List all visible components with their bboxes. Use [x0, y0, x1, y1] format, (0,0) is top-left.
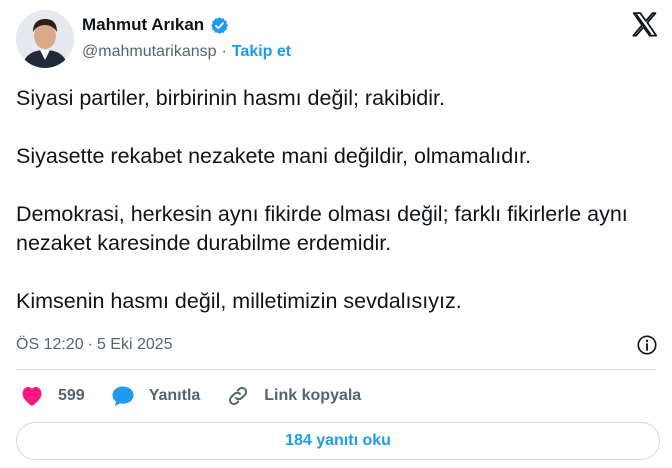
follow-button[interactable]: Takip et	[232, 43, 291, 61]
tweet-paragraph: Demokrasi, herkesin aynı fikirde olması …	[16, 202, 628, 255]
tweet-paragraph: Siyasi partiler, birbirinin hasmı değil;…	[16, 86, 445, 110]
reply-label: Yanıtla	[148, 387, 201, 404]
tweet-text: Siyasi partiler, birbirinin hasmı değil;…	[16, 84, 646, 345]
reply-bubble-icon	[112, 386, 134, 406]
info-icon[interactable]	[636, 334, 658, 356]
reply-button[interactable]: Yanıtla	[111, 385, 201, 407]
avatar[interactable]	[16, 10, 74, 68]
tweet-timestamp[interactable]: ÖS 12:20 · 5 Eki 2025	[16, 336, 173, 354]
like-count: 599	[58, 387, 85, 404]
handle-separator: ·	[221, 43, 227, 60]
verified-badge-icon	[210, 16, 229, 35]
link-icon	[229, 386, 248, 406]
x-logo-icon[interactable]	[630, 10, 660, 40]
tweet-time: ÖS 12:20	[16, 336, 84, 353]
action-bar: 599 Yanıtla Link kopyala	[20, 384, 387, 408]
tweet-header: Mahmut Arıkan @mahmutarikansp · Takip et	[16, 10, 660, 68]
tweet-paragraph: Kimsenin hasmı değil, milletimizin sevda…	[16, 289, 462, 313]
heart-icon	[22, 387, 42, 406]
like-button[interactable]: 599	[20, 385, 85, 407]
copy-link-label: Link kopyala	[264, 387, 362, 404]
divider	[16, 369, 656, 370]
tweet-paragraph: Siyasette rekabet nezakete mani değildir…	[16, 144, 532, 168]
author-name[interactable]: Mahmut Arıkan	[82, 15, 204, 35]
copy-link-button[interactable]: Link kopyala	[226, 384, 361, 408]
tweet-date: 5 Eki 2025	[96, 336, 173, 353]
timestamp-separator: ·	[87, 336, 93, 353]
author-handle[interactable]: @mahmutarikansp	[82, 43, 217, 61]
read-replies-button[interactable]: 184 yanıtı oku	[16, 422, 660, 460]
